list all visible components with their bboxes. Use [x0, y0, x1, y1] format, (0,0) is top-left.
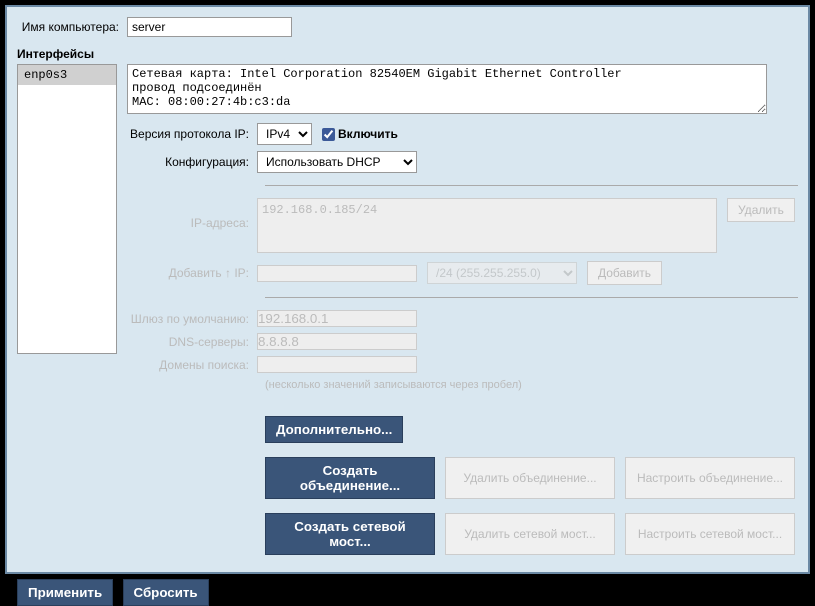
config-label: Конфигурация:	[127, 155, 257, 169]
interface-item[interactable]: enp0s3	[18, 65, 116, 85]
additional-button[interactable]: Дополнительно...	[265, 416, 403, 443]
footer: Применить Сбросить	[17, 579, 798, 606]
hostname-label: Имя компьютера:	[17, 20, 127, 34]
divider	[265, 297, 798, 298]
enable-label: Включить	[338, 127, 398, 141]
add-ip-button: Добавить	[587, 261, 662, 285]
config-bridge-button: Настроить сетевой мост...	[625, 513, 795, 555]
reset-button[interactable]: Сбросить	[123, 579, 209, 606]
delete-bond-button: Удалить объединение...	[445, 457, 615, 499]
interface-details: Сетевая карта: Intel Corporation 82540EM…	[127, 64, 798, 569]
gateway-input	[257, 310, 417, 327]
delete-bridge-button: Удалить сетевой мост...	[445, 513, 615, 555]
protocol-select[interactable]: IPv4	[257, 123, 312, 145]
create-bridge-button[interactable]: Создать сетевой мост...	[265, 513, 435, 555]
hostname-input[interactable]	[127, 17, 292, 37]
interfaces-title: Интерфейсы	[17, 47, 798, 61]
search-domains-hint: (несколько значений записываются через п…	[265, 379, 798, 391]
search-domains-label: Домены поиска:	[127, 358, 257, 372]
ip-addresses-list: 192.168.0.185/24	[257, 198, 717, 253]
interface-info[interactable]: Сетевая карта: Intel Corporation 82540EM…	[127, 64, 767, 114]
network-config-window: Имя компьютера: Интерфейсы enp0s3 Сетева…	[5, 5, 810, 574]
action-buttons: Дополнительно... Создать объединение... …	[127, 416, 798, 555]
netmask-select: /24 (255.255.255.0)	[427, 262, 577, 284]
hostname-row: Имя компьютера:	[17, 17, 798, 37]
add-ip-input	[257, 265, 417, 282]
search-domains-input	[257, 356, 417, 373]
add-ip-label: Добавить ↑ IP:	[167, 266, 257, 280]
create-bond-button[interactable]: Создать объединение...	[265, 457, 435, 499]
dns-label: DNS-серверы:	[127, 335, 257, 349]
config-bond-button: Настроить объединение...	[625, 457, 795, 499]
protocol-label: Версия протокола IP:	[127, 127, 257, 141]
static-ip-section: IP-адреса: 192.168.0.185/24 Удалить Доба…	[127, 198, 798, 285]
gateway-dns-section: Шлюз по умолчанию: DNS-серверы: Домены п…	[127, 310, 798, 391]
protocol-row: Версия протокола IP: IPv4 Включить	[127, 123, 798, 145]
ip-addresses-label: IP-адреса:	[127, 198, 257, 230]
divider	[265, 185, 798, 186]
config-row: Конфигурация: Использовать DHCP	[127, 151, 798, 173]
delete-ip-button: Удалить	[727, 198, 795, 222]
apply-button[interactable]: Применить	[17, 579, 113, 606]
config-select[interactable]: Использовать DHCP	[257, 151, 417, 173]
enable-checkbox[interactable]	[322, 128, 335, 141]
gateway-label: Шлюз по умолчанию:	[127, 312, 257, 326]
main-area: enp0s3 Сетевая карта: Intel Corporation …	[17, 64, 798, 569]
interface-list[interactable]: enp0s3	[17, 64, 117, 354]
dns-input	[257, 333, 417, 350]
